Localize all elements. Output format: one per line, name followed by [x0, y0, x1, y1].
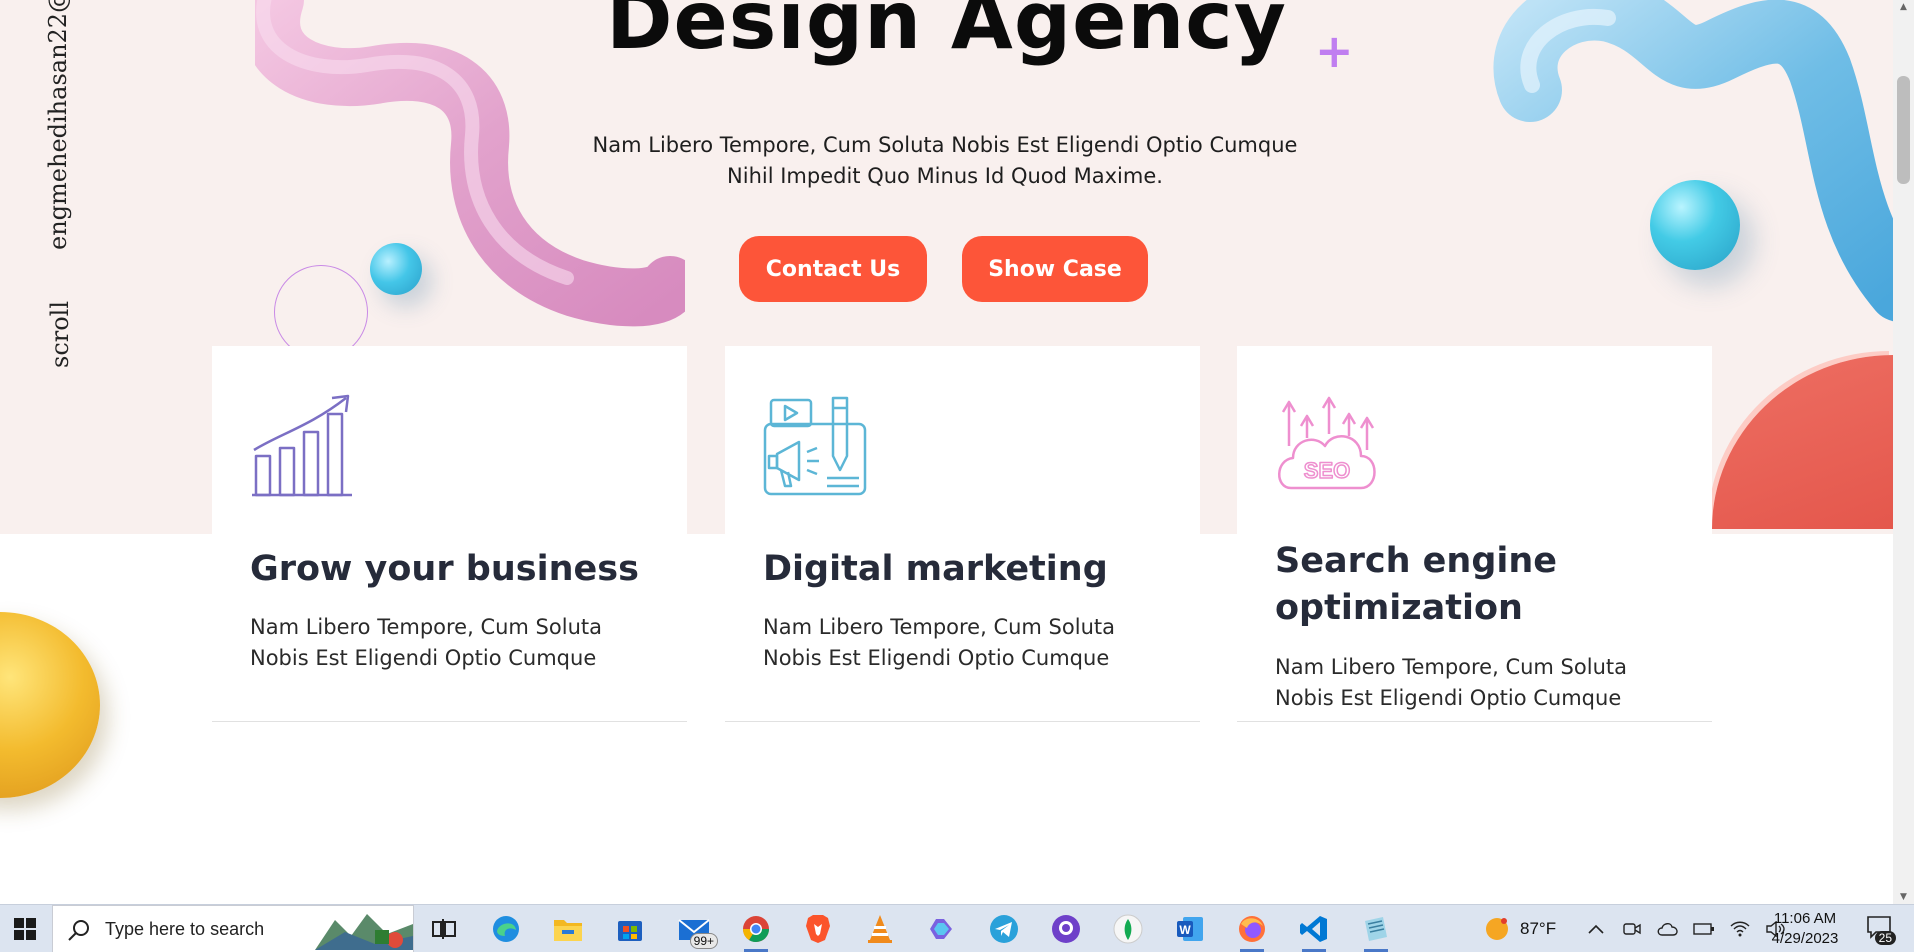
- service-title: Grow your business: [250, 549, 639, 589]
- search-placeholder: Type here to search: [105, 919, 265, 939]
- service-card-grow-business[interactable]: Grow your business Nam Libero Tempore, C…: [212, 346, 687, 722]
- scroll-up-arrow-icon[interactable]: ▲: [1893, 0, 1914, 14]
- growth-chart-icon: [252, 394, 352, 497]
- mongodb-compass-icon[interactable]: [1106, 909, 1150, 949]
- gold-sphere: [0, 612, 100, 798]
- file-explorer-icon[interactable]: [546, 909, 590, 949]
- firefox-icon[interactable]: [1230, 909, 1274, 952]
- scrollbar-thumb[interactable]: [1897, 76, 1910, 184]
- edge-icon[interactable]: [484, 909, 528, 949]
- copilot-icon[interactable]: [920, 909, 964, 949]
- notification-count-badge: 25: [1874, 931, 1896, 945]
- notification-center-button[interactable]: 25: [1866, 915, 1898, 945]
- mail-unread-badge: 99+: [689, 933, 718, 949]
- digital-marketing-icon: [763, 396, 867, 496]
- teal-sphere-large: [1650, 180, 1740, 270]
- page-scrollbar[interactable]: ▲ ▼: [1893, 0, 1914, 904]
- weather-temperature: 87°F: [1520, 919, 1557, 938]
- clock-date: 4/29/2023: [1771, 930, 1839, 947]
- service-text: Nam Libero Tempore, Cum Soluta Nobis Est…: [250, 615, 602, 670]
- sun-icon: [1486, 918, 1508, 940]
- service-text: Nam Libero Tempore, Cum Soluta Nobis Est…: [1275, 655, 1627, 710]
- github-desktop-icon[interactable]: [1044, 909, 1088, 949]
- service-title: Digital marketing: [763, 549, 1108, 589]
- mail-icon[interactable]: 99+: [672, 909, 718, 949]
- wifi-icon[interactable]: [1729, 918, 1751, 940]
- service-text: Nam Libero Tempore, Cum Soluta Nobis Est…: [763, 615, 1115, 670]
- battery-icon[interactable]: [1693, 918, 1715, 940]
- telegram-icon[interactable]: [982, 909, 1026, 949]
- service-card-digital-marketing[interactable]: Digital marketing Nam Libero Tempore, Cu…: [725, 346, 1200, 722]
- show-case-button[interactable]: Show Case: [962, 236, 1148, 302]
- task-view-icon[interactable]: [422, 909, 466, 949]
- windows-taskbar: Type here to search 99+ W 87°F 11:06 AM …: [0, 904, 1914, 952]
- seo-icon-text: SEO: [1304, 458, 1350, 483]
- chevron-up-icon[interactable]: [1585, 918, 1607, 940]
- search-highlight-illustration: [315, 914, 413, 950]
- onedrive-icon[interactable]: [1657, 918, 1679, 940]
- taskbar-search-box[interactable]: Type here to search: [52, 905, 414, 952]
- chrome-icon[interactable]: [734, 909, 778, 952]
- scroll-down-arrow-icon[interactable]: ▼: [1893, 890, 1914, 904]
- side-scroll-text[interactable]: scroll: [46, 301, 74, 368]
- system-tray: [1585, 905, 1787, 952]
- service-card-seo[interactable]: SEO Search engine optimization Nam Liber…: [1237, 346, 1712, 722]
- taskbar-clock[interactable]: 11:06 AM 4/29/2023: [1760, 909, 1850, 949]
- start-button[interactable]: [0, 905, 50, 952]
- search-icon: [68, 920, 89, 941]
- svg-text:W: W: [1179, 923, 1191, 937]
- clock-time: 11:06 AM: [1773, 910, 1837, 927]
- teal-sphere-small: [370, 243, 422, 295]
- vlc-icon[interactable]: [858, 909, 902, 949]
- vscode-icon[interactable]: [1292, 909, 1336, 952]
- service-title: Search engine optimization: [1275, 541, 1558, 628]
- meet-now-icon[interactable]: [1621, 918, 1643, 940]
- outline-circle-decoration: [274, 265, 368, 359]
- hero-title: Design Agency: [606, 0, 1287, 67]
- seo-cloud-icon: SEO: [1278, 396, 1376, 490]
- brave-icon[interactable]: [796, 909, 840, 949]
- word-icon[interactable]: W: [1168, 909, 1212, 949]
- browser-viewport: + engmehedihasan22@ scroll Design Agency…: [0, 0, 1893, 904]
- notepad-icon[interactable]: [1354, 909, 1398, 952]
- contact-us-button[interactable]: Contact Us: [739, 236, 927, 302]
- windows-logo-icon: [14, 918, 36, 940]
- weather-widget[interactable]: 87°F: [1484, 905, 1556, 952]
- hero-description: Nam Libero Tempore, Cum Soluta Nobis Est…: [592, 133, 1298, 188]
- microsoft-store-icon[interactable]: [608, 909, 652, 949]
